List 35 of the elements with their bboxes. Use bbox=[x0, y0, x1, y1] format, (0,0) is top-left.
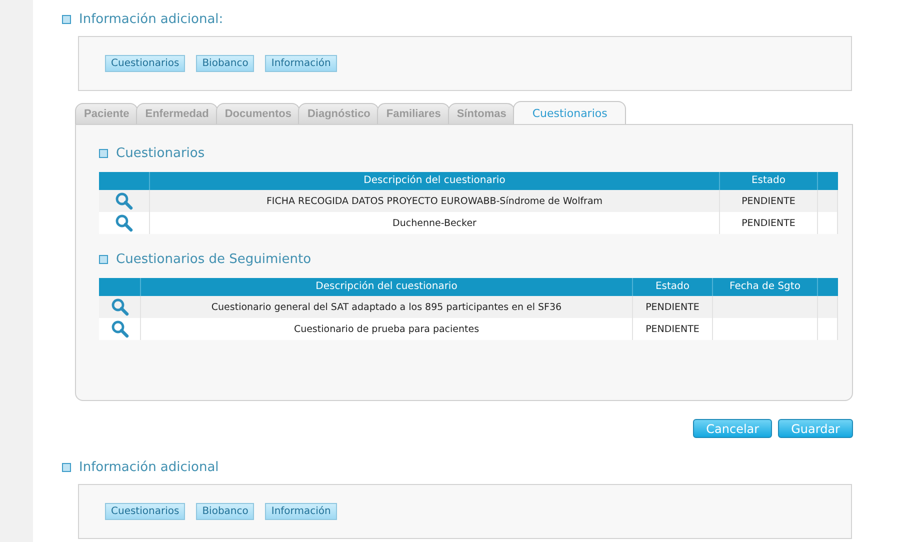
search-icon[interactable] bbox=[110, 320, 128, 338]
bullet-icon bbox=[99, 254, 108, 264]
bullet-icon bbox=[99, 148, 108, 158]
table-cell: FICHA RECOGIDA DATOS PROYECTO EUROWABB-Síndrome de Wolfram bbox=[266, 196, 603, 206]
table-cell: PENDIENTE bbox=[646, 324, 700, 334]
search-icon[interactable] bbox=[110, 298, 128, 316]
action-button[interactable]: Guardar bbox=[778, 419, 853, 438]
bullet-icon bbox=[62, 462, 71, 472]
table-cell: Duchenne-Becker bbox=[392, 218, 476, 228]
bullet-icon bbox=[62, 14, 71, 24]
section-button[interactable]: Información bbox=[265, 503, 337, 520]
section-button[interactable]: Biobanco bbox=[196, 503, 254, 520]
table-cell: PENDIENTE bbox=[742, 196, 796, 206]
search-icon[interactable] bbox=[115, 192, 133, 210]
action-button[interactable]: Cancelar bbox=[693, 419, 772, 438]
table-title: Cuestionarios de Seguimiento bbox=[116, 252, 312, 266]
tab[interactable]: Paciente bbox=[75, 103, 138, 124]
tab[interactable]: Documentos bbox=[216, 103, 300, 124]
section-button[interactable]: Información bbox=[265, 55, 337, 72]
tab[interactable]: Síntomas bbox=[448, 103, 516, 124]
section-title: Información adicional: bbox=[79, 12, 224, 26]
section-button[interactable]: Cuestionarios bbox=[105, 503, 186, 520]
tab[interactable]: Familiares bbox=[377, 103, 450, 124]
table-cell: Cuestionario general del SAT adaptado a los 895 participantes en el SF36 bbox=[211, 302, 562, 312]
search-icon[interactable] bbox=[115, 214, 133, 232]
table-cell: PENDIENTE bbox=[646, 302, 700, 312]
section-button[interactable]: Cuestionarios bbox=[105, 55, 186, 72]
tab[interactable]: Cuestionarios bbox=[513, 101, 626, 124]
tab[interactable]: Enfermedad bbox=[136, 103, 218, 124]
section-button[interactable]: Biobanco bbox=[196, 55, 254, 72]
section-title: Información adicional bbox=[79, 460, 219, 474]
table-cell: Cuestionario de prueba para pacientes bbox=[294, 324, 480, 334]
table-cell: PENDIENTE bbox=[742, 218, 796, 228]
tab[interactable]: Diagnóstico bbox=[298, 103, 380, 124]
table-title: Cuestionarios bbox=[116, 146, 205, 160]
